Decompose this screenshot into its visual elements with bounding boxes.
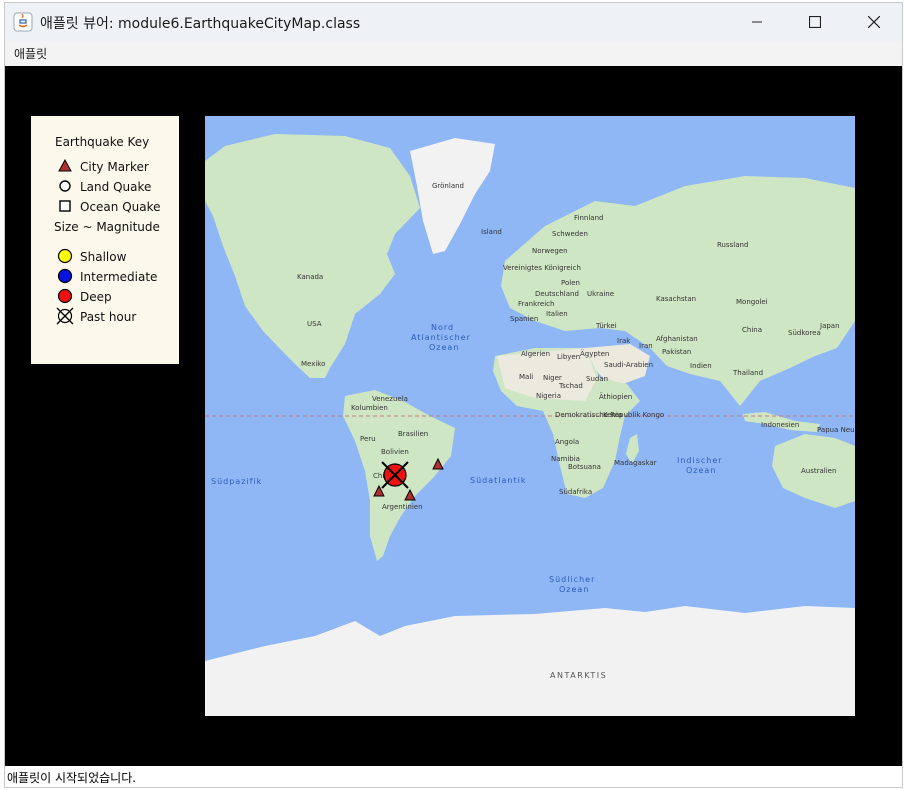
map-label-nigeria: Nigeria <box>536 392 561 400</box>
menu-bar: 애플릿 <box>5 41 902 66</box>
map-label-kenia: Kenia <box>603 411 622 419</box>
map-label-argentinien: Argentinien <box>382 503 423 511</box>
map-label-venezuela: Venezuela <box>372 395 408 403</box>
map-label-polen: Polen <box>561 279 580 287</box>
map-label-ukraine: Ukraine <box>587 290 614 298</box>
map-label-botsuana: Botsuana <box>568 463 601 471</box>
applet-canvas[interactable]: Earthquake Key City Marker Land Quake Oc… <box>5 66 902 766</box>
java-icon <box>13 12 33 32</box>
map-label-suedlicher-1: Südlicher <box>549 575 595 584</box>
close-icon <box>868 16 880 28</box>
map-label-mexiko: Mexiko <box>301 360 325 368</box>
map-label-norwegen: Norwegen <box>532 247 568 255</box>
world-map[interactable]: Grönland Island Finnland Schweden Norweg… <box>205 116 855 716</box>
map-label-papua: Papua Neug <box>817 426 855 434</box>
map-label-groenland: Grönland <box>432 182 464 190</box>
legend-intermediate: Intermediate <box>80 270 158 284</box>
legend-title: Earthquake Key <box>55 135 150 149</box>
map-label-japan: Japan <box>819 322 840 330</box>
map-label-deutschland: Deutschland <box>535 290 579 298</box>
legend-ocean-quake: Ocean Quake <box>80 200 161 214</box>
map-label-suedafrika: Südafrika <box>559 488 592 496</box>
map-label-spanien: Spanien <box>510 315 538 323</box>
map-label-madagaskar: Madagaskar <box>614 459 657 467</box>
map-label-thailand: Thailand <box>732 369 763 377</box>
map-label-suedatlantik: Südatlantik <box>470 476 526 485</box>
map-label-nord-atlantik-1: Nord <box>431 323 454 332</box>
shallow-depth-icon <box>57 248 73 264</box>
map-label-mali: Mali <box>519 373 533 381</box>
legend-city-marker: City Marker <box>80 160 149 174</box>
map-label-saudi: Saudi-Arabien <box>604 361 653 369</box>
map-label-usa: USA <box>307 320 322 328</box>
map-label-indischer-1: Indischer <box>677 456 723 465</box>
map-label-afghanistan: Afghanistan <box>656 335 698 343</box>
map-label-namibia: Namibia <box>551 455 580 463</box>
city-marker-icon <box>58 159 72 172</box>
map-label-kanada: Kanada <box>297 273 323 281</box>
map-label-niger: Niger <box>543 374 562 382</box>
map-label-sudan: Sudan <box>586 375 608 383</box>
map-label-russland: Russland <box>717 241 748 249</box>
land-quake-icon <box>59 180 71 192</box>
legend-past-hour: Past hour <box>80 310 137 324</box>
past-hour-icon <box>56 307 74 325</box>
map-label-brasilien: Brasilien <box>398 430 428 438</box>
map-label-kasachstan: Kasachstan <box>656 295 696 303</box>
map-label-schweden: Schweden <box>552 230 588 238</box>
window-title: 애플릿 뷰어: module6.EarthquakeCityMap.class <box>40 16 361 32</box>
map-label-tuerkei: Türkei <box>595 322 617 330</box>
map-label-angola: Angola <box>555 438 579 446</box>
map-label-china: China <box>742 326 762 334</box>
legend-land-quake: Land Quake <box>80 180 152 194</box>
status-bar: 애플릿이 시작되었습니다. <box>5 766 902 787</box>
map-label-pakistan: Pakistan <box>662 348 691 356</box>
close-button[interactable] <box>845 3 902 41</box>
map-label-mongolei: Mongolei <box>736 298 768 306</box>
legend-size-magnitude: Size ~ Magnitude <box>54 220 160 234</box>
title-bar[interactable]: 애플릿 뷰어: module6.EarthquakeCityMap.class <box>5 3 902 41</box>
map-label-suedpazifik: Südpazifik <box>211 477 262 486</box>
map-label-irak: Irak <box>617 337 631 345</box>
minimize-button[interactable] <box>728 3 786 41</box>
maximize-icon <box>809 16 821 28</box>
map-label-indischer-2: Ozean <box>686 466 716 475</box>
map-label-nord-atlantik-3: Ozean <box>429 343 459 352</box>
intermediate-depth-icon <box>57 268 73 284</box>
map-label-uk: Vereinigtes Königreich <box>503 264 581 272</box>
maximize-button[interactable] <box>786 3 844 41</box>
map-label-island: Island <box>481 228 502 236</box>
map-label-antarktis: ANTARKTIS <box>550 671 607 680</box>
map-label-kolumbien: Kolumbien <box>351 404 388 412</box>
ocean-quake-icon <box>59 200 71 212</box>
map-label-iran: Iran <box>639 342 653 350</box>
map-label-finnland: Finnland <box>574 214 603 222</box>
map-label-algerien: Algerien <box>521 350 550 358</box>
map-label-aegypten: Ägypten <box>580 349 609 358</box>
map-label-indonesien: Indonesien <box>761 421 799 429</box>
map-label-tschad: Tschad <box>558 382 583 390</box>
map-label-libyen: Libyen <box>557 353 580 361</box>
map-label-suedkorea: Südkorea <box>788 329 821 337</box>
legend-deep: Deep <box>80 290 112 304</box>
map-label-nord-atlantik-2: Atlantischer <box>411 333 471 342</box>
map-label-suedlicher-2: Ozean <box>559 585 589 594</box>
earthquake-key-legend: Earthquake Key City Marker Land Quake Oc… <box>31 116 179 364</box>
map-label-peru: Peru <box>360 435 376 443</box>
deep-depth-icon <box>57 288 73 304</box>
legend-shallow: Shallow <box>80 250 127 264</box>
map-label-australien: Australien <box>801 467 836 475</box>
map-label-indien: Indien <box>690 362 712 370</box>
minimize-icon <box>752 21 762 23</box>
map-label-aethiopien: Äthiopien <box>599 392 632 401</box>
applet-viewer-window: 애플릿 뷰어: module6.EarthquakeCityMap.class … <box>4 2 903 788</box>
map-label-frankreich: Frankreich <box>518 300 554 308</box>
status-text: 애플릿이 시작되었습니다. <box>7 771 137 785</box>
map-label-bolivien: Bolivien <box>381 448 409 456</box>
menu-item-applet[interactable]: 애플릿 <box>14 45 47 62</box>
map-label-italien: Italien <box>546 310 568 318</box>
